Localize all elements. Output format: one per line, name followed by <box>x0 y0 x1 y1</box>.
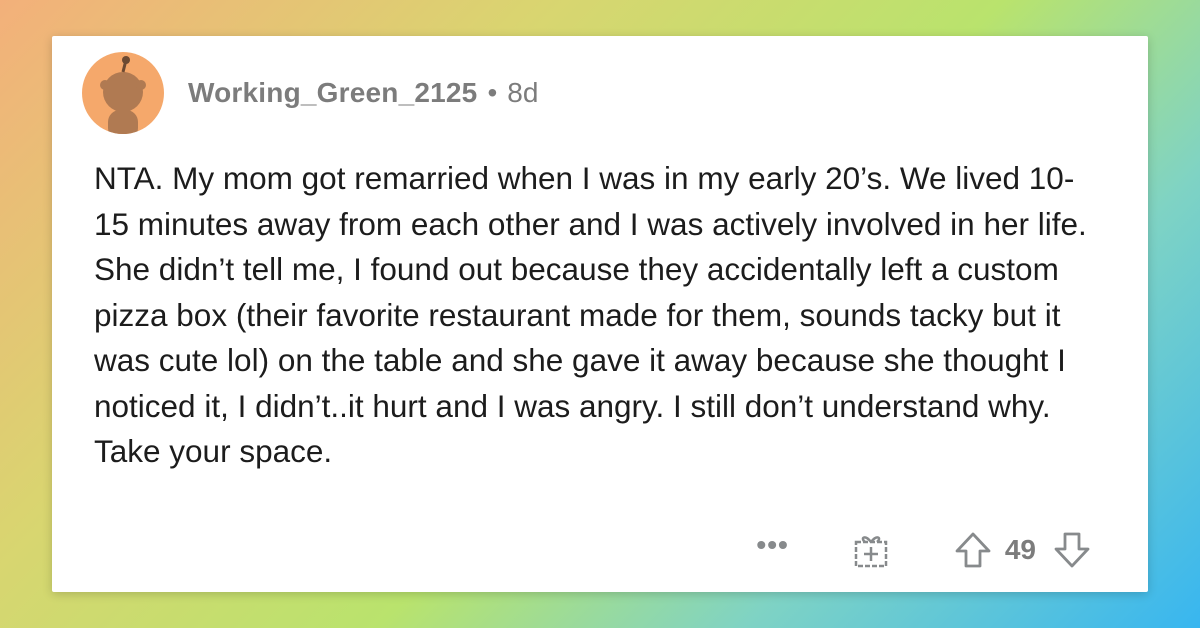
upvote-arrow-icon[interactable] <box>953 530 993 570</box>
comment-header: Working_Green_2125 • 8d <box>82 52 538 134</box>
comment-body: NTA. My mom got remarried when I was in … <box>94 160 1087 469</box>
more-options-button[interactable]: ••• <box>756 529 788 561</box>
meta-separator: • <box>487 77 498 108</box>
downvote-arrow-icon[interactable] <box>1052 530 1092 570</box>
comment-actions: ••• 49 <box>756 529 1092 570</box>
comment-author[interactable]: Working_Green_2125 <box>188 77 477 109</box>
comment-age: 8d <box>507 77 539 108</box>
gift-award-icon[interactable] <box>851 530 891 570</box>
avatar[interactable] <box>82 52 164 134</box>
snoo-avatar-icon <box>100 56 146 134</box>
vote-score: 49 <box>1004 534 1036 565</box>
comment-card: Working_Green_2125 • 8d NTA. My mom got … <box>52 36 1148 592</box>
